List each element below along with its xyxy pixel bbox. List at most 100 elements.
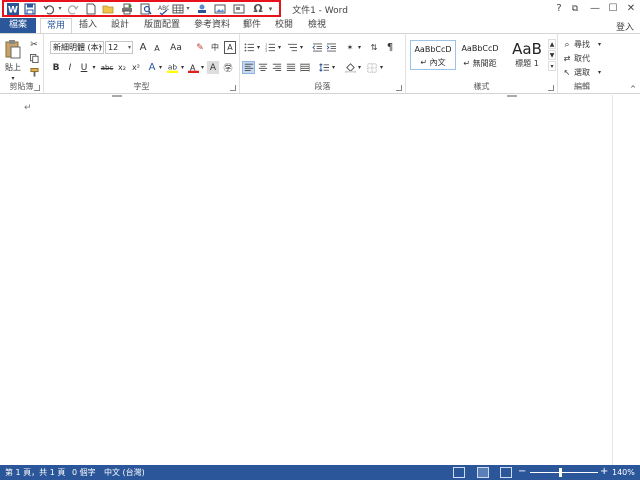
change-case-button[interactable]: Aa — [167, 41, 185, 54]
enclose-characters-icon[interactable]: ㊫ — [222, 61, 234, 74]
paste-icon[interactable] — [3, 37, 23, 61]
style-normal[interactable]: AaBbCcD ↵ 內文 — [410, 40, 456, 70]
maximize-button[interactable]: ☐ — [604, 1, 622, 16]
cut-icon[interactable]: ✂ — [28, 38, 40, 51]
find-button[interactable]: 尋找 — [574, 38, 598, 51]
paragraph-dialog-launcher-icon[interactable] — [396, 85, 402, 91]
clipboard-dialog-launcher-icon[interactable] — [34, 85, 40, 91]
numbering-dropdown-icon[interactable]: ▾ — [276, 41, 283, 54]
style-normal-name: ↵ 內文 — [420, 58, 446, 67]
multilevel-list-icon[interactable] — [285, 41, 299, 54]
chinese-layout-dropdown-icon[interactable]: ▾ — [356, 41, 363, 54]
bullets-dropdown-icon[interactable]: ▾ — [255, 41, 262, 54]
copy-icon[interactable] — [28, 52, 40, 65]
align-left-icon[interactable] — [242, 61, 255, 74]
font-dialog-launcher-icon[interactable] — [230, 85, 236, 91]
character-shading-icon[interactable]: A — [207, 61, 219, 74]
font-color-dropdown-icon[interactable]: ▾ — [199, 61, 206, 74]
find-icon[interactable]: ⌕ — [562, 38, 572, 51]
close-button[interactable]: ✕ — [622, 1, 640, 16]
line-spacing-icon[interactable] — [317, 61, 331, 74]
web-layout-icon[interactable] — [500, 467, 512, 478]
tab-references[interactable]: 參考資料 — [190, 18, 234, 33]
line-spacing-dropdown-icon[interactable]: ▾ — [330, 61, 337, 74]
tab-insert[interactable]: 插入 — [74, 18, 102, 33]
zoom-level[interactable]: 140% — [612, 467, 635, 478]
chinese-layout-icon[interactable]: ✶ — [343, 41, 357, 54]
subscript-button[interactable]: x₂ — [116, 61, 128, 74]
align-center-icon[interactable] — [256, 61, 269, 74]
borders-icon[interactable] — [365, 61, 379, 74]
zoom-slider-thumb[interactable] — [558, 468, 562, 477]
style-heading-1[interactable]: AaB 標題 1 — [504, 40, 550, 70]
replace-icon[interactable]: ⇄ — [562, 52, 572, 65]
clear-formatting-icon[interactable]: ✎ — [194, 41, 206, 54]
show-hide-marks-icon[interactable]: ¶ — [383, 41, 397, 54]
select-button[interactable]: 選取 — [574, 66, 598, 79]
bold-button[interactable]: B — [50, 61, 62, 74]
borders-dropdown-icon[interactable]: ▾ — [378, 61, 385, 74]
italic-button[interactable]: I — [64, 61, 76, 74]
shrink-font-button[interactable]: A — [151, 42, 163, 55]
shading-icon[interactable] — [343, 61, 357, 74]
distributed-icon[interactable] — [298, 61, 311, 74]
styles-scroll-down-icon[interactable]: ▼ — [548, 50, 556, 60]
print-layout-icon[interactable] — [477, 467, 489, 478]
zoom-out-button[interactable]: − — [518, 466, 526, 477]
tab-design[interactable]: 設計 — [106, 18, 134, 33]
styles-scroll-up-icon[interactable]: ▲ — [548, 39, 556, 49]
multilevel-dropdown-icon[interactable]: ▾ — [298, 41, 305, 54]
justify-icon[interactable] — [284, 61, 297, 74]
font-color-icon[interactable]: A — [187, 61, 199, 74]
select-dropdown-icon[interactable]: ▾ — [596, 66, 603, 79]
styles-dialog-launcher-icon[interactable] — [548, 85, 554, 91]
chevron-down-icon[interactable]: ▾ — [99, 42, 102, 53]
text-effects-dropdown-icon[interactable]: ▾ — [157, 61, 164, 74]
chevron-down-icon[interactable]: ▾ — [128, 42, 131, 53]
highlight-dropdown-icon[interactable]: ▾ — [179, 61, 186, 74]
increase-indent-icon[interactable] — [325, 41, 337, 54]
font-size-combo[interactable]: 12 ▾ — [105, 41, 133, 54]
word-count[interactable]: 0 個字 — [72, 467, 96, 478]
zoom-in-button[interactable]: + — [600, 466, 608, 477]
read-mode-icon[interactable] — [453, 467, 465, 478]
tab-view[interactable]: 檢視 — [303, 18, 331, 33]
tab-layout[interactable]: 版面配置 — [140, 18, 184, 33]
underline-dropdown-icon[interactable]: ▾ — [90, 61, 98, 74]
numbering-icon[interactable]: 123 — [263, 41, 277, 54]
shading-dropdown-icon[interactable]: ▾ — [356, 61, 363, 74]
find-dropdown-icon[interactable]: ▾ — [596, 38, 603, 51]
page-count[interactable]: 第 1 頁，共 1 頁 — [5, 467, 65, 478]
minimize-button[interactable]: — — [586, 1, 604, 16]
superscript-button[interactable]: x² — [130, 61, 142, 74]
replace-button[interactable]: 取代 — [574, 52, 602, 65]
ribbon-display-options-button[interactable]: ⧉ — [566, 1, 584, 16]
styles-more-icon[interactable]: ▾ — [548, 61, 556, 71]
language-indicator[interactable]: 中文 (台灣) — [104, 467, 145, 478]
style-normal-sample: AaBbCcD — [414, 45, 452, 54]
character-border-icon[interactable]: A — [224, 41, 236, 54]
tab-home[interactable]: 常用 — [40, 18, 72, 34]
highlight-color-icon[interactable]: ab — [166, 61, 179, 74]
underline-button[interactable]: U — [78, 61, 90, 74]
font-name-combo[interactable]: 新細明體 (本) ▾ — [50, 41, 104, 54]
sort-icon[interactable]: ⇅ — [367, 41, 381, 54]
collapse-ribbon-icon[interactable]: ^ — [628, 82, 638, 95]
tab-review[interactable]: 校閱 — [270, 18, 298, 33]
tab-mailings[interactable]: 郵件 — [238, 18, 266, 33]
vertical-scrollbar[interactable] — [612, 95, 640, 465]
strikethrough-button[interactable]: abc — [99, 61, 115, 74]
bullets-icon[interactable] — [242, 41, 256, 54]
sign-in-link[interactable]: 登入 — [616, 20, 634, 33]
paragraph-mark: ↵ — [24, 103, 32, 113]
phonetic-guide-icon[interactable]: 中 — [208, 41, 222, 54]
document-page[interactable]: ↵ — [12, 95, 602, 465]
align-right-icon[interactable] — [270, 61, 283, 74]
zoom-slider-track[interactable] — [530, 472, 598, 473]
format-painter-icon[interactable] — [28, 66, 40, 79]
grow-font-button[interactable]: A — [137, 41, 149, 54]
decrease-indent-icon[interactable] — [311, 41, 323, 54]
select-cursor-icon[interactable]: ↖ — [562, 66, 572, 79]
style-no-spacing[interactable]: AaBbCcD ↵ 無間距 — [457, 40, 503, 70]
tab-file[interactable]: 檔案 — [0, 18, 36, 33]
